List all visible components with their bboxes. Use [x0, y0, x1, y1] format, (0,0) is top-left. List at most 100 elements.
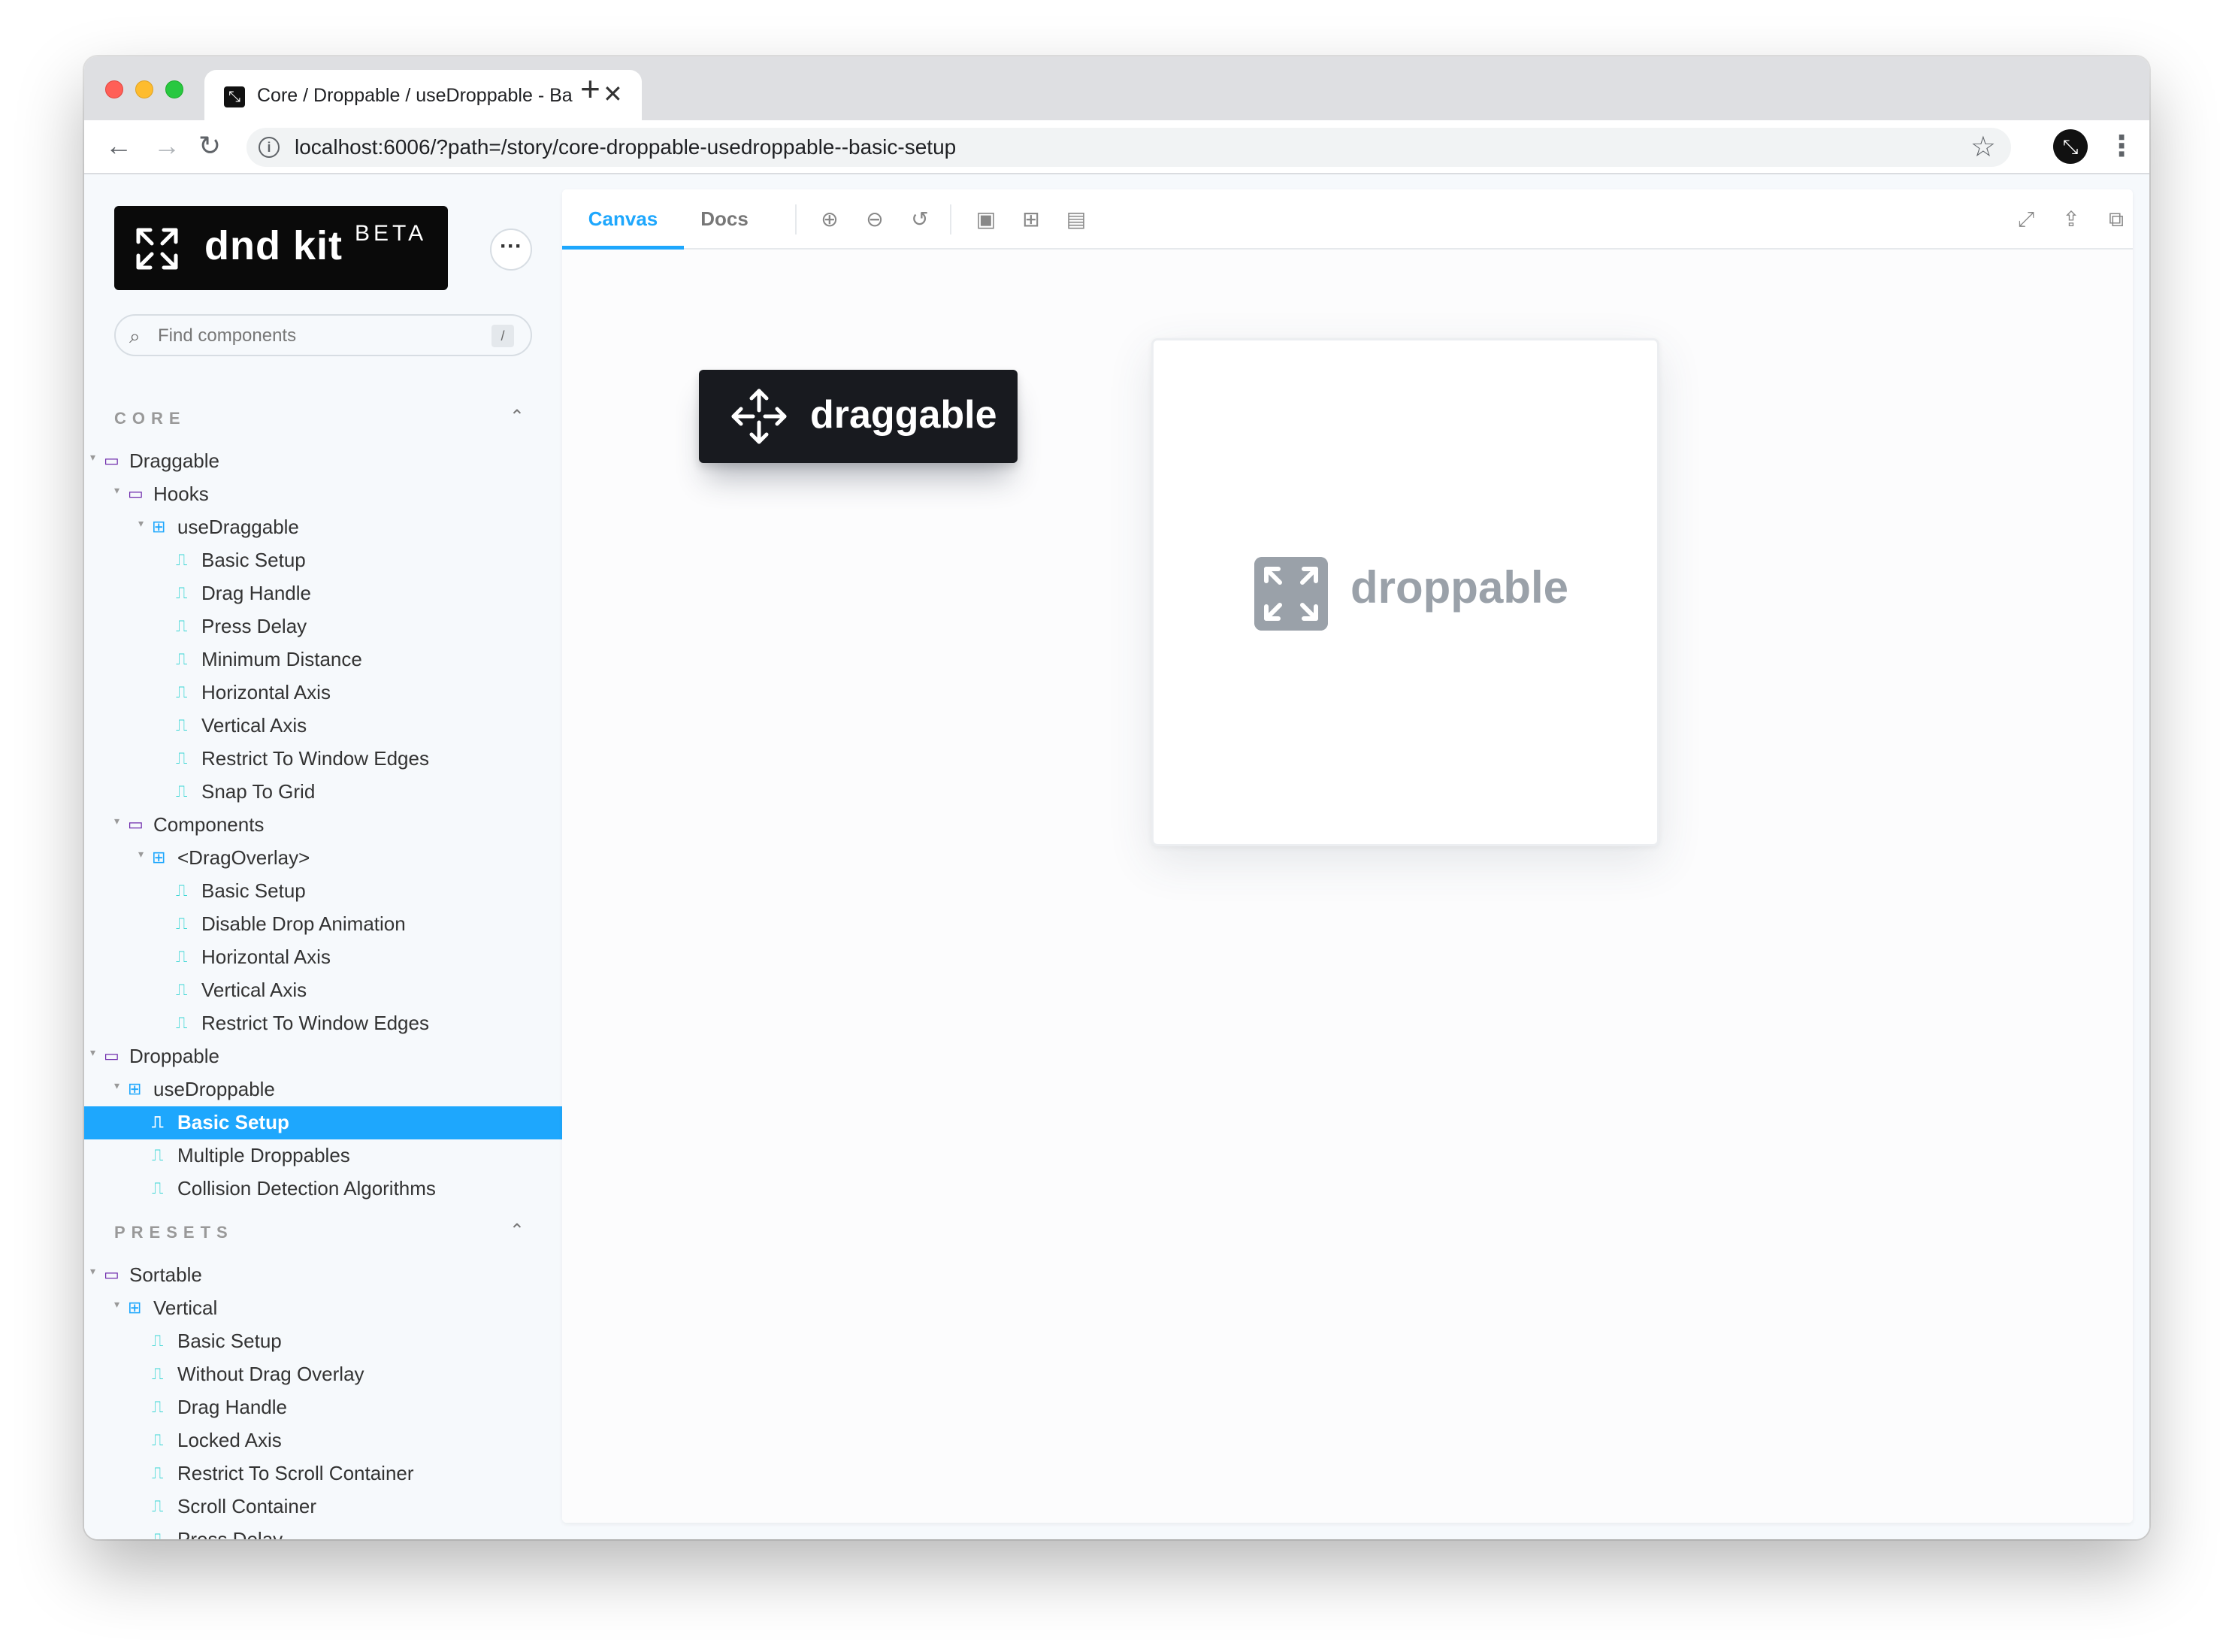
story-item[interactable]: ⎍ Multiple Droppables — [84, 1139, 562, 1172]
url-text[interactable]: localhost:6006/?path=/story/core-droppab… — [295, 135, 956, 159]
story-item[interactable]: ⎍ Restrict To Scroll Container — [84, 1457, 562, 1490]
copy-link-icon[interactable]: ⧉ — [2104, 207, 2128, 231]
expand-caret-icon[interactable]: ▾ — [90, 1046, 95, 1059]
collapse-section-icon[interactable]: ⌃ — [510, 406, 525, 428]
draggable-item[interactable]: draggable — [699, 370, 1018, 463]
reload-icon[interactable]: ↻ — [198, 129, 221, 162]
browser-tab[interactable]: ⤡ Core / Droppable / useDroppable - Basi… — [204, 70, 642, 120]
tree-item-label: Vertical Axis — [201, 979, 307, 1001]
folder-icon: ▭ — [128, 484, 144, 503]
back-arrow-icon[interactable]: ← — [105, 129, 132, 162]
zoom-in-icon[interactable]: ⊕ — [818, 207, 842, 231]
close-window-button[interactable] — [105, 80, 123, 98]
folder-item[interactable]: ▾ ▭ Droppable — [84, 1040, 562, 1073]
story-item[interactable]: ⎍ Basic Setup — [84, 1325, 562, 1358]
expand-caret-icon[interactable]: ▾ — [90, 1265, 95, 1278]
bookmark-icon: ⎍ — [176, 716, 188, 734]
story-item[interactable]: ⎍ Horizontal Axis — [84, 676, 562, 710]
brand-logo[interactable]: dnd kit BETA — [114, 206, 448, 290]
expand-caret-icon[interactable]: ▾ — [114, 484, 119, 497]
expand-caret-icon[interactable]: ▾ — [114, 1298, 119, 1311]
expand-caret-icon[interactable]: ▾ — [90, 451, 95, 464]
story-item[interactable]: ⎍ Basic Setup — [84, 875, 562, 908]
section-title: CORE — [114, 409, 186, 428]
draggable-label: draggable — [810, 393, 997, 437]
story-item[interactable]: ⎍ Disable Drop Animation — [84, 908, 562, 941]
story-item[interactable]: ⎍ Press Delay — [84, 610, 562, 643]
story-item[interactable]: ⎍ Without Drag Overlay — [84, 1358, 562, 1391]
expand-caret-icon[interactable]: ▾ — [114, 815, 119, 828]
minimize-window-button[interactable] — [135, 80, 153, 98]
browser-toolbar: ← → ↻ i localhost:6006/?path=/story/core… — [84, 120, 2149, 174]
story-item[interactable]: ⎍ Press Delay — [84, 1523, 562, 1539]
search-input[interactable] — [158, 323, 488, 349]
browser-menu-icon[interactable]: ⋮ — [2107, 129, 2136, 164]
tree-item-label: Press Delay — [177, 1528, 283, 1539]
new-tab-button[interactable]: + — [580, 71, 600, 106]
component-item[interactable]: ▾ ⊞ Vertical — [84, 1292, 562, 1325]
info-icon[interactable]: i — [259, 137, 280, 158]
story-item[interactable]: ⎍ Scroll Container — [84, 1490, 562, 1523]
story-item[interactable]: ⎍ Horizontal Axis — [84, 941, 562, 974]
component-item[interactable]: ▾ ⊞ useDraggable — [84, 511, 562, 544]
bookmark-icon: ⎍ — [176, 616, 188, 635]
bookmark-icon: ⎍ — [176, 649, 188, 668]
bookmark-icon: ⎍ — [152, 1397, 164, 1416]
story-item[interactable]: ⎍ Vertical Axis — [84, 710, 562, 743]
folder-item[interactable]: ▾ ▭ Sortable — [84, 1259, 562, 1292]
bookmark-star-icon[interactable]: ☆ — [1970, 131, 1996, 164]
story-item[interactable]: ⎍ Basic Setup — [84, 1106, 562, 1139]
share-icon[interactable]: ⇪ — [2059, 207, 2083, 231]
bookmark-icon: ⎍ — [176, 947, 188, 966]
folder-icon: ▭ — [128, 815, 144, 834]
story-item[interactable]: ⎍ Snap To Grid — [84, 776, 562, 809]
bookmark-icon: ⎍ — [176, 583, 188, 602]
bookmark-icon: ⎍ — [152, 1496, 164, 1515]
tab-docs[interactable]: Docs — [684, 189, 765, 250]
tab-canvas[interactable]: Canvas — [562, 189, 684, 250]
search-icon: ⌕ — [129, 325, 141, 347]
story-item[interactable]: ⎍ Basic Setup — [84, 544, 562, 577]
tree-item-label: Hooks — [153, 483, 209, 505]
story-item[interactable]: ⎍ Drag Handle — [84, 577, 562, 610]
storybook-app: dnd kit BETA ··· ⌕ / CORE ⌃ ▾ ▭ Draggable ▾ ▭ H… — [84, 174, 2149, 1539]
more-options-button[interactable]: ··· — [490, 228, 532, 271]
tab-title: Core / Droppable / useDroppable - Basic … — [257, 85, 573, 106]
story-item[interactable]: ⎍ Restrict To Window Edges — [84, 743, 562, 776]
viewport-icon[interactable]: ▤ — [1064, 207, 1088, 231]
expand-caret-icon[interactable]: ▾ — [114, 1079, 119, 1092]
fullscreen-icon[interactable]: ⤢ — [2014, 207, 2038, 231]
section-header-core[interactable]: CORE ⌃ — [114, 406, 532, 431]
expand-caret-icon[interactable]: ▾ — [138, 517, 144, 530]
droppable-area: droppable — [1151, 338, 1659, 846]
story-item[interactable]: ⎍ Locked Axis — [84, 1424, 562, 1457]
tab-close-icon[interactable]: ✕ — [603, 82, 623, 106]
folder-item[interactable]: ▾ ▭ Hooks — [84, 478, 562, 511]
search-box[interactable]: ⌕ / — [114, 314, 532, 356]
forward-arrow-icon[interactable]: → — [153, 129, 180, 162]
bookmark-icon: ⎍ — [152, 1112, 164, 1131]
grid-icon[interactable]: ⊞ — [1019, 207, 1043, 231]
zoom-out-icon[interactable]: ⊖ — [863, 207, 887, 231]
folder-item[interactable]: ▾ ▭ Components — [84, 809, 562, 842]
tree-item-label: Restrict To Scroll Container — [177, 1462, 414, 1484]
component-item[interactable]: ▾ ⊞ useDroppable — [84, 1073, 562, 1106]
story-item[interactable]: ⎍ Drag Handle — [84, 1391, 562, 1424]
toolbar-divider — [795, 204, 797, 234]
maximize-window-button[interactable] — [165, 80, 183, 98]
component-item[interactable]: ▾ ⊞ <DragOverlay> — [84, 842, 562, 875]
sidebar: dnd kit BETA ··· ⌕ / CORE ⌃ ▾ ▭ Draggable ▾ ▭ H… — [84, 174, 562, 1539]
story-item[interactable]: ⎍ Collision Detection Algorithms — [84, 1172, 562, 1206]
story-item[interactable]: ⎍ Vertical Axis — [84, 974, 562, 1007]
collapse-section-icon[interactable]: ⌃ — [510, 1220, 525, 1242]
zoom-reset-icon[interactable]: ↺ — [908, 207, 932, 231]
expand-caret-icon[interactable]: ▾ — [138, 848, 144, 861]
story-item[interactable]: ⎍ Restrict To Window Edges — [84, 1007, 562, 1040]
extension-icon[interactable]: ⤡ — [2053, 129, 2088, 164]
dnd-kit-favicon-icon: ⤡ — [224, 86, 245, 107]
folder-item[interactable]: ▾ ▭ Draggable — [84, 445, 562, 478]
story-item[interactable]: ⎍ Minimum Distance — [84, 643, 562, 676]
background-icon[interactable]: ▣ — [974, 207, 998, 231]
address-bar[interactable]: i localhost:6006/?path=/story/core-dropp… — [246, 128, 2011, 167]
section-header-presets[interactable]: PRESETS ⌃ — [114, 1220, 532, 1245]
